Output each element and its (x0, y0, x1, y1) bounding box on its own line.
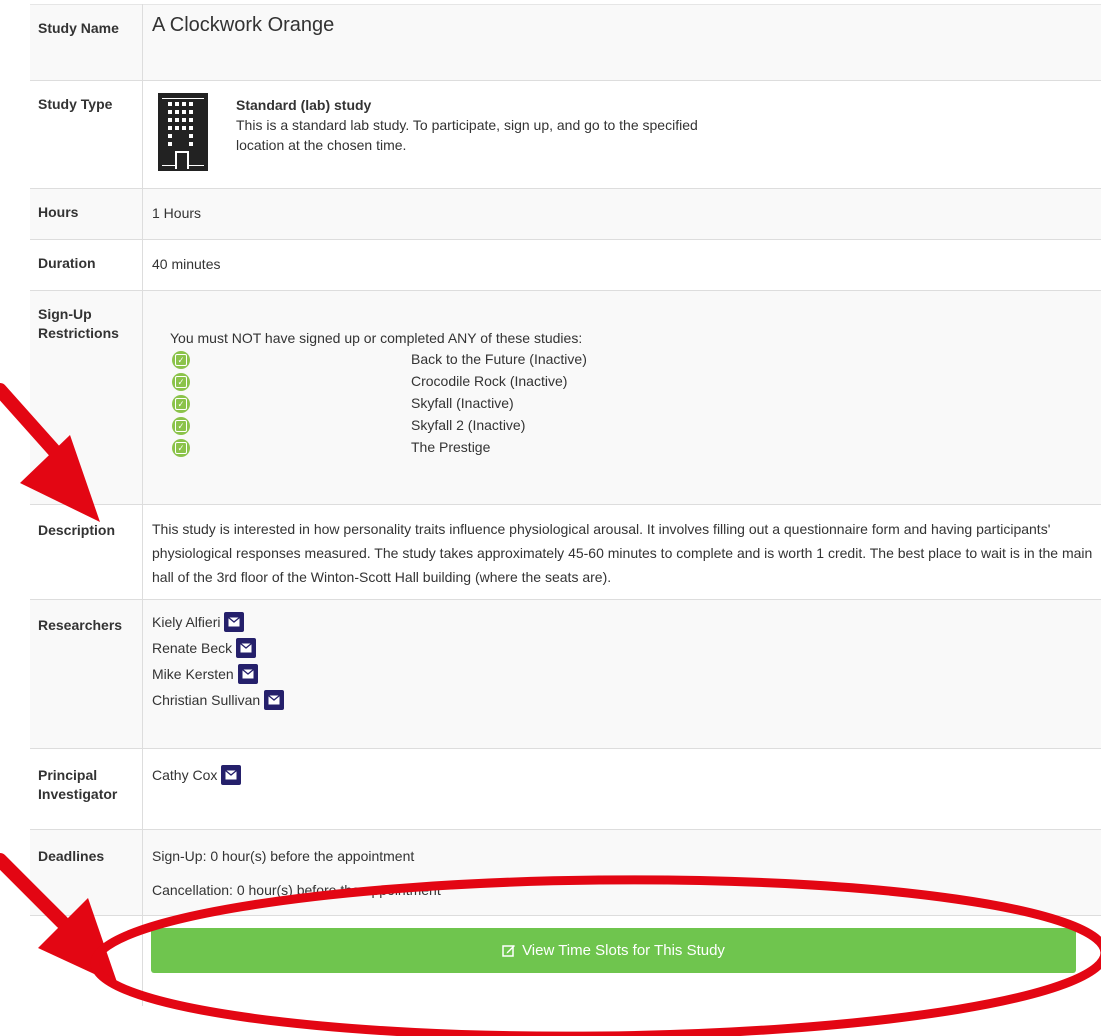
restrictions-intro: You must NOT have signed up or completed… (170, 330, 583, 346)
restriction-name: Skyfall (Inactive) (411, 395, 514, 411)
row-signup-restrictions: Sign-Up Restrictions You must NOT have s… (30, 290, 1101, 505)
restriction-name: Back to the Future (Inactive) (411, 351, 587, 367)
row-actions: View Time Slots for This Study (30, 915, 1101, 1006)
researcher-item: Kiely Alfieri (152, 609, 1101, 635)
restriction-name: The Prestige (411, 439, 491, 455)
row-study-name: Study Name A Clockwork Orange (30, 4, 1101, 81)
researcher-name: Renate Beck (152, 640, 233, 656)
duration-label: Duration (30, 239, 143, 291)
researcher-item: Christian Sullivan (152, 687, 1101, 713)
researcher-name: Mike Kersten (152, 666, 234, 682)
check-icon: ✓ (172, 417, 190, 435)
hours-value: 1 Hours (142, 188, 1101, 240)
row-duration: Duration 40 minutes (30, 239, 1101, 291)
restriction-name: Crocodile Rock (Inactive) (411, 373, 568, 389)
check-icon: ✓ (172, 351, 190, 369)
row-description: Description This study is interested in … (30, 504, 1101, 600)
view-time-slots-button[interactable]: View Time Slots for This Study (151, 928, 1076, 973)
researcher-name: Christian Sullivan (152, 692, 261, 708)
study-info-table: Study Name A Clockwork Orange Study Type (30, 4, 1101, 1006)
mail-icon[interactable] (224, 612, 245, 632)
restriction-item: ✓ Back to the Future (Inactive) (152, 349, 1101, 371)
study-type-description-line-1: This is a standard lab study. To partici… (236, 117, 698, 133)
study-type-title: Standard (lab) study (236, 97, 372, 113)
check-icon: ✓ (172, 373, 190, 391)
description-label: Description (30, 504, 143, 600)
study-details-page: Study Name A Clockwork Orange Study Type (0, 0, 1101, 1036)
mail-icon[interactable] (236, 638, 257, 658)
study-name-label: Study Name (30, 4, 143, 81)
duration-value: 40 minutes (142, 239, 1101, 291)
check-icon: ✓ (172, 395, 190, 413)
pi-name: Cathy Cox (152, 767, 218, 783)
pi-label-line-1: Principal (38, 767, 98, 783)
restrictions-label-line-1: Sign-Up (38, 306, 92, 322)
pi-label-line-2: Investigator (38, 786, 118, 802)
restriction-item: ✓ Skyfall (Inactive) (152, 393, 1101, 415)
researcher-item: Mike Kersten (152, 661, 1101, 687)
hours-label: Hours (30, 188, 143, 240)
study-name: A Clockwork Orange (142, 4, 1101, 81)
row-researchers: Researchers Kiely Alfieri Renate Beck Mi… (30, 599, 1101, 749)
view-time-slots-label: View Time Slots for This Study (522, 942, 725, 959)
mail-icon[interactable] (264, 690, 285, 710)
mail-icon[interactable] (237, 664, 258, 684)
study-type-label: Study Type (30, 80, 143, 189)
restrictions-label-line-2: Restrictions (38, 325, 119, 341)
restriction-item: ✓ Crocodile Rock (Inactive) (152, 371, 1101, 393)
cancellation-deadline: Cancellation: 0 hour(s) before the appoi… (152, 882, 441, 898)
restriction-item: ✓ Skyfall 2 (Inactive) (152, 415, 1101, 437)
restriction-item: ✓ The Prestige (152, 437, 1101, 459)
study-type-description-line-2: location at the chosen time. (236, 137, 407, 153)
restriction-name: Skyfall 2 (Inactive) (411, 417, 526, 433)
restrictions-list: ✓ Back to the Future (Inactive) ✓ Crocod… (152, 349, 1101, 459)
row-hours: Hours 1 Hours (30, 188, 1101, 240)
row-study-type: Study Type Standard (lab) study This is … (30, 80, 1101, 189)
description-text: This study is interested in how personal… (142, 504, 1101, 600)
row-deadlines: Deadlines Sign-Up: 0 hour(s) before the … (30, 829, 1101, 916)
check-icon: ✓ (172, 439, 190, 457)
pi-item: Cathy Cox (152, 761, 1101, 789)
deadlines-label: Deadlines (30, 829, 143, 916)
researcher-item: Renate Beck (152, 635, 1101, 661)
row-principal-investigator: Principal Investigator Cathy Cox (30, 748, 1101, 830)
building-icon (152, 93, 210, 171)
mail-icon[interactable] (221, 765, 242, 785)
researcher-name: Kiely Alfieri (152, 614, 221, 630)
edit-icon (502, 945, 516, 957)
signup-deadline: Sign-Up: 0 hour(s) before the appointmen… (152, 848, 415, 864)
researchers-label: Researchers (30, 599, 143, 749)
